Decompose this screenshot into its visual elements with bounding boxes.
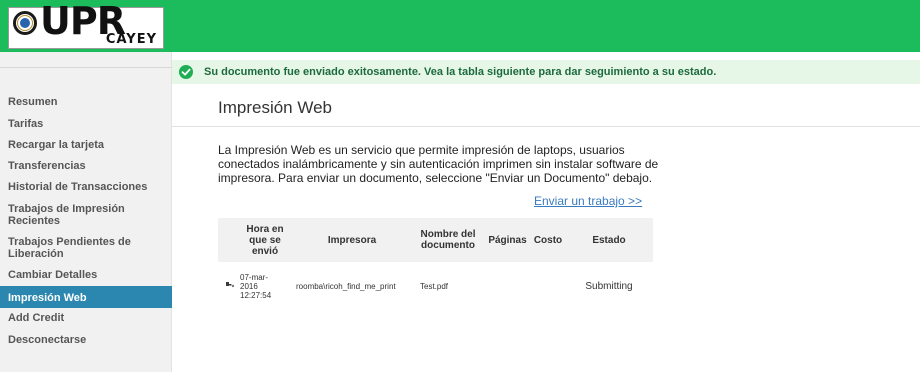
table-row: 07-mar- 2016 12:27:54 roomba\ricoh_find_…	[218, 262, 653, 310]
doc-header-line2: documento	[421, 240, 475, 251]
sidebar-item-transferencias[interactable]: Transferencias	[0, 160, 172, 172]
date-line2: 2016	[240, 281, 258, 291]
success-banner: Su documento fue enviado exitosamente. V…	[172, 60, 920, 84]
sidebar-item-trabajos-recientes[interactable]: Trabajos de Impresión Recientes	[0, 203, 172, 227]
sidebar-item-label: Resumen	[8, 96, 58, 108]
sidebar-item-impresion-web[interactable]: Impresión Web	[0, 286, 172, 308]
sidebar-nav: Resumen Tarifas Recargar la tarjeta Tran…	[0, 52, 172, 372]
university-seal-icon	[13, 11, 37, 35]
upr-cayey-logo[interactable]: UPR CAYEY	[8, 2, 164, 49]
sidebar-item-label: Cambiar Detalles	[8, 269, 98, 281]
time-column-header: Hora en que se envió	[238, 218, 292, 262]
pages-cell	[484, 262, 531, 310]
doc-header-line1: Nombre del	[420, 229, 476, 240]
submit-time-cell: 07-mar- 2016 12:27:54	[238, 262, 292, 310]
send-job-link[interactable]: Enviar un trabajo >>	[534, 194, 642, 208]
sidebar-item-tarifas[interactable]: Tarifas	[0, 118, 172, 130]
sidebar-item-cambiar-detalles[interactable]: Cambiar Detalles	[0, 269, 172, 281]
date-line3: 12:27:54	[240, 290, 272, 300]
sidebar-item-label-line2: Recientes	[8, 215, 60, 227]
sidebar-item-label: Add Credit	[8, 312, 65, 324]
status-cell: Submitting	[585, 280, 633, 292]
sidebar-item-label: Impresión Web	[8, 292, 87, 304]
sidebar-item-add-credit[interactable]: Add Credit	[0, 312, 172, 324]
pages-column-header: Páginas	[484, 218, 531, 262]
time-header-line2: que se	[249, 234, 281, 246]
intro-text: La Impresión Web es un servicio que perm…	[218, 143, 659, 185]
sidebar-item-label-line1: Trabajos de Impresión	[8, 203, 125, 215]
status-column-header: Estado	[565, 218, 653, 262]
sidebar-top-divider	[0, 52, 172, 68]
printer-cell: roomba\ricoh_find_me_print	[296, 281, 396, 291]
sidebar-item-trabajos-pendientes[interactable]: Trabajos Pendientes de Liberación	[0, 236, 172, 260]
sidebar-item-label: Historial de Transacciones	[8, 181, 148, 193]
sidebar-item-resumen[interactable]: Resumen	[0, 96, 172, 108]
document-cell: Test.pdf	[420, 281, 449, 291]
date-line1: 07-mar-	[240, 272, 269, 282]
sidebar-item-label: Recargar la tarjeta	[8, 139, 104, 151]
title-divider	[172, 126, 920, 127]
check-circle-icon	[179, 65, 193, 79]
sidebar-item-label: Desconectarse	[8, 334, 87, 346]
sidebar-item-historial[interactable]: Historial de Transacciones	[0, 181, 172, 193]
cost-column-header: Costo	[531, 218, 565, 262]
printer-column-header: Impresora	[292, 218, 412, 262]
sidebar-item-recargar[interactable]: Recargar la tarjeta	[0, 139, 172, 151]
print-jobs-table: Hora en que se envió Impresora Nombre de…	[218, 218, 653, 310]
time-header-line3: envió	[251, 245, 279, 257]
table-header-row: Hora en que se envió Impresora Nombre de…	[218, 218, 653, 262]
sidebar-item-label-line1: Trabajos Pendientes de	[8, 236, 131, 248]
sidebar-item-desconectarse[interactable]: Desconectarse	[0, 334, 172, 346]
cost-cell	[531, 262, 565, 310]
sidebar-item-label-line2: Liberación	[8, 248, 64, 260]
row-icon-cell	[218, 262, 238, 310]
logo-cayey-text: CAYEY	[105, 32, 157, 47]
header-bar: UPR CAYEY	[0, 0, 920, 52]
page-title: Impresión Web	[218, 98, 333, 117]
icon-column-header	[218, 218, 238, 262]
printer-icon	[225, 281, 235, 289]
document-column-header: Nombre del documento	[412, 218, 484, 262]
sidebar-item-label: Transferencias	[8, 160, 86, 172]
success-message: Su documento fue enviado exitosamente. V…	[204, 66, 717, 78]
time-header-line1: Hora en	[246, 223, 284, 235]
sidebar-item-label: Tarifas	[8, 118, 44, 130]
